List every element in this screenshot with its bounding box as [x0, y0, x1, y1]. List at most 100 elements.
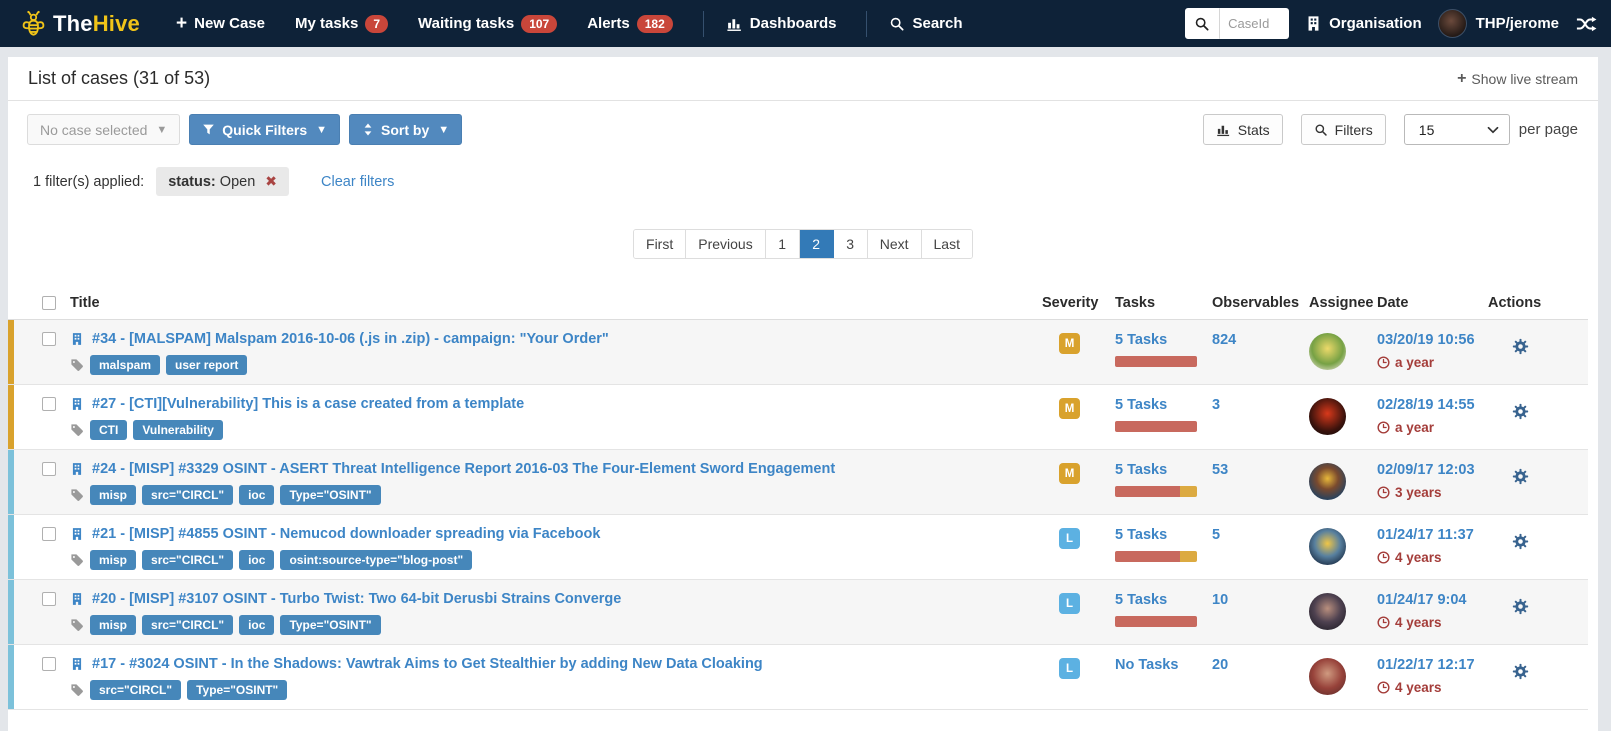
- tasks-link[interactable]: No Tasks: [1115, 657, 1178, 673]
- tasks-link[interactable]: 5 Tasks: [1115, 527, 1167, 543]
- tasks-link[interactable]: 5 Tasks: [1115, 462, 1167, 478]
- case-title-link[interactable]: #24 - [MISP] #3329 OSINT - ASERT Threat …: [92, 461, 835, 477]
- row-checkbox[interactable]: [42, 592, 56, 606]
- caseid-input[interactable]: [1219, 8, 1289, 39]
- clear-filters-link[interactable]: Clear filters: [321, 174, 394, 190]
- case-tag[interactable]: src="CIRCL": [142, 615, 233, 635]
- tasks-link[interactable]: 5 Tasks: [1115, 332, 1167, 348]
- row-actions-button[interactable]: [1512, 467, 1529, 485]
- case-tag[interactable]: osint:source-type="blog-post": [280, 550, 472, 570]
- case-tag[interactable]: src="CIRCL": [142, 485, 233, 505]
- user-menu[interactable]: THP/jerome: [1438, 9, 1559, 38]
- tasks-progress-bar: [1115, 421, 1197, 432]
- row-checkbox[interactable]: [42, 657, 56, 671]
- observables-link[interactable]: 824: [1212, 332, 1236, 348]
- case-date-link[interactable]: 03/20/19 10:56: [1377, 332, 1475, 348]
- case-title-link[interactable]: #17 - #3024 OSINT - In the Shadows: Vawt…: [92, 656, 763, 672]
- assignee-avatar[interactable]: [1309, 333, 1346, 370]
- dashboards-button[interactable]: Dashboards: [726, 15, 837, 32]
- stats-button[interactable]: Stats: [1203, 114, 1283, 145]
- case-date-link[interactable]: 01/24/17 9:04: [1377, 592, 1467, 608]
- page-2-active[interactable]: 2: [800, 230, 834, 258]
- sort-by-dropdown[interactable]: Sort by ▼: [349, 114, 462, 145]
- search-nav-button[interactable]: Search: [889, 15, 962, 32]
- filters-button[interactable]: Filters: [1301, 114, 1386, 145]
- assignee-avatar[interactable]: [1309, 593, 1346, 630]
- table-row: #21 - [MISP] #4855 OSINT - Nemucod downl…: [8, 515, 1588, 580]
- row-checkbox[interactable]: [42, 527, 56, 541]
- bar-chart-icon: [726, 15, 743, 32]
- thehive-logo[interactable]: TheHive: [20, 10, 140, 37]
- case-tag[interactable]: Type="OSINT": [187, 680, 287, 700]
- severity-badge[interactable]: M: [1059, 398, 1080, 419]
- case-tag[interactable]: ioc: [239, 550, 274, 570]
- case-tag[interactable]: user report: [166, 355, 247, 375]
- case-tag[interactable]: Type="OSINT": [280, 615, 380, 635]
- case-title-link[interactable]: #21 - [MISP] #4855 OSINT - Nemucod downl…: [92, 526, 600, 542]
- row-checkbox[interactable]: [42, 397, 56, 411]
- case-title-link[interactable]: #20 - [MISP] #3107 OSINT - Turbo Twist: …: [92, 591, 621, 607]
- assignee-avatar[interactable]: [1309, 398, 1346, 435]
- page-1[interactable]: 1: [766, 230, 800, 258]
- case-tag[interactable]: misp: [90, 485, 136, 505]
- row-actions-button[interactable]: [1512, 402, 1529, 420]
- page-last[interactable]: Last: [922, 230, 972, 258]
- case-age-label: 4 years: [1395, 615, 1442, 630]
- case-tag[interactable]: Vulnerability: [133, 420, 223, 440]
- case-tag[interactable]: CTI: [90, 420, 127, 440]
- show-live-stream-button[interactable]: + Show live stream: [1457, 70, 1578, 88]
- page-previous[interactable]: Previous: [686, 230, 765, 258]
- observables-link[interactable]: 5: [1212, 527, 1220, 543]
- case-date-link[interactable]: 01/24/17 11:37: [1377, 527, 1474, 543]
- my-tasks-button[interactable]: My tasks 7: [295, 15, 388, 33]
- assignee-avatar[interactable]: [1309, 528, 1346, 565]
- observables-link[interactable]: 3: [1212, 397, 1220, 413]
- assignee-avatar[interactable]: [1309, 658, 1346, 695]
- page-next[interactable]: Next: [868, 230, 922, 258]
- alerts-button[interactable]: Alerts 182: [587, 15, 673, 33]
- case-tag[interactable]: misp: [90, 550, 136, 570]
- case-tag[interactable]: Type="OSINT": [280, 485, 380, 505]
- row-actions-button[interactable]: [1512, 597, 1529, 615]
- remove-filter-icon[interactable]: ✖: [265, 173, 277, 190]
- case-date-link[interactable]: 02/28/19 14:55: [1377, 397, 1475, 413]
- case-tag[interactable]: ioc: [239, 615, 274, 635]
- gear-icon: [1512, 403, 1529, 420]
- case-date-link[interactable]: 01/22/17 12:17: [1377, 657, 1475, 673]
- organisation-button[interactable]: Organisation: [1305, 15, 1422, 32]
- row-actions-button[interactable]: [1512, 532, 1529, 550]
- tasks-link[interactable]: 5 Tasks: [1115, 592, 1167, 608]
- per-page-select[interactable]: 15: [1404, 114, 1510, 145]
- severity-badge[interactable]: M: [1059, 463, 1080, 484]
- row-actions-button[interactable]: [1512, 337, 1529, 355]
- shuffle-icon[interactable]: [1575, 14, 1597, 34]
- caseid-search-button[interactable]: [1185, 8, 1219, 39]
- observables-link[interactable]: 53: [1212, 462, 1228, 478]
- page-3[interactable]: 3: [834, 230, 868, 258]
- observables-link[interactable]: 20: [1212, 657, 1228, 673]
- case-title-link[interactable]: #34 - [MALSPAM] Malspam 2016-10-06 (.js …: [92, 331, 609, 347]
- case-date-link[interactable]: 02/09/17 12:03: [1377, 462, 1475, 478]
- new-case-button[interactable]: + New Case: [176, 15, 265, 32]
- severity-badge[interactable]: L: [1059, 528, 1080, 549]
- no-case-selected-dropdown[interactable]: No case selected ▼: [27, 114, 180, 145]
- row-checkbox[interactable]: [42, 462, 56, 476]
- severity-badge[interactable]: L: [1059, 658, 1080, 679]
- waiting-tasks-button[interactable]: Waiting tasks 107: [418, 15, 557, 33]
- row-checkbox[interactable]: [42, 332, 56, 346]
- case-tag[interactable]: src="CIRCL": [142, 550, 233, 570]
- observables-link[interactable]: 10: [1212, 592, 1228, 608]
- select-all-checkbox[interactable]: [42, 296, 56, 310]
- severity-badge[interactable]: L: [1059, 593, 1080, 614]
- case-tag[interactable]: src="CIRCL": [90, 680, 181, 700]
- tasks-link[interactable]: 5 Tasks: [1115, 397, 1167, 413]
- severity-badge[interactable]: M: [1059, 333, 1080, 354]
- page-first[interactable]: First: [634, 230, 686, 258]
- case-tag[interactable]: misp: [90, 615, 136, 635]
- case-title-link[interactable]: #27 - [CTI][Vulnerability] This is a cas…: [92, 396, 524, 412]
- quick-filters-dropdown[interactable]: Quick Filters ▼: [189, 114, 340, 145]
- case-tag[interactable]: ioc: [239, 485, 274, 505]
- row-actions-button[interactable]: [1512, 662, 1529, 680]
- case-tag[interactable]: malspam: [90, 355, 160, 375]
- assignee-avatar[interactable]: [1309, 463, 1346, 500]
